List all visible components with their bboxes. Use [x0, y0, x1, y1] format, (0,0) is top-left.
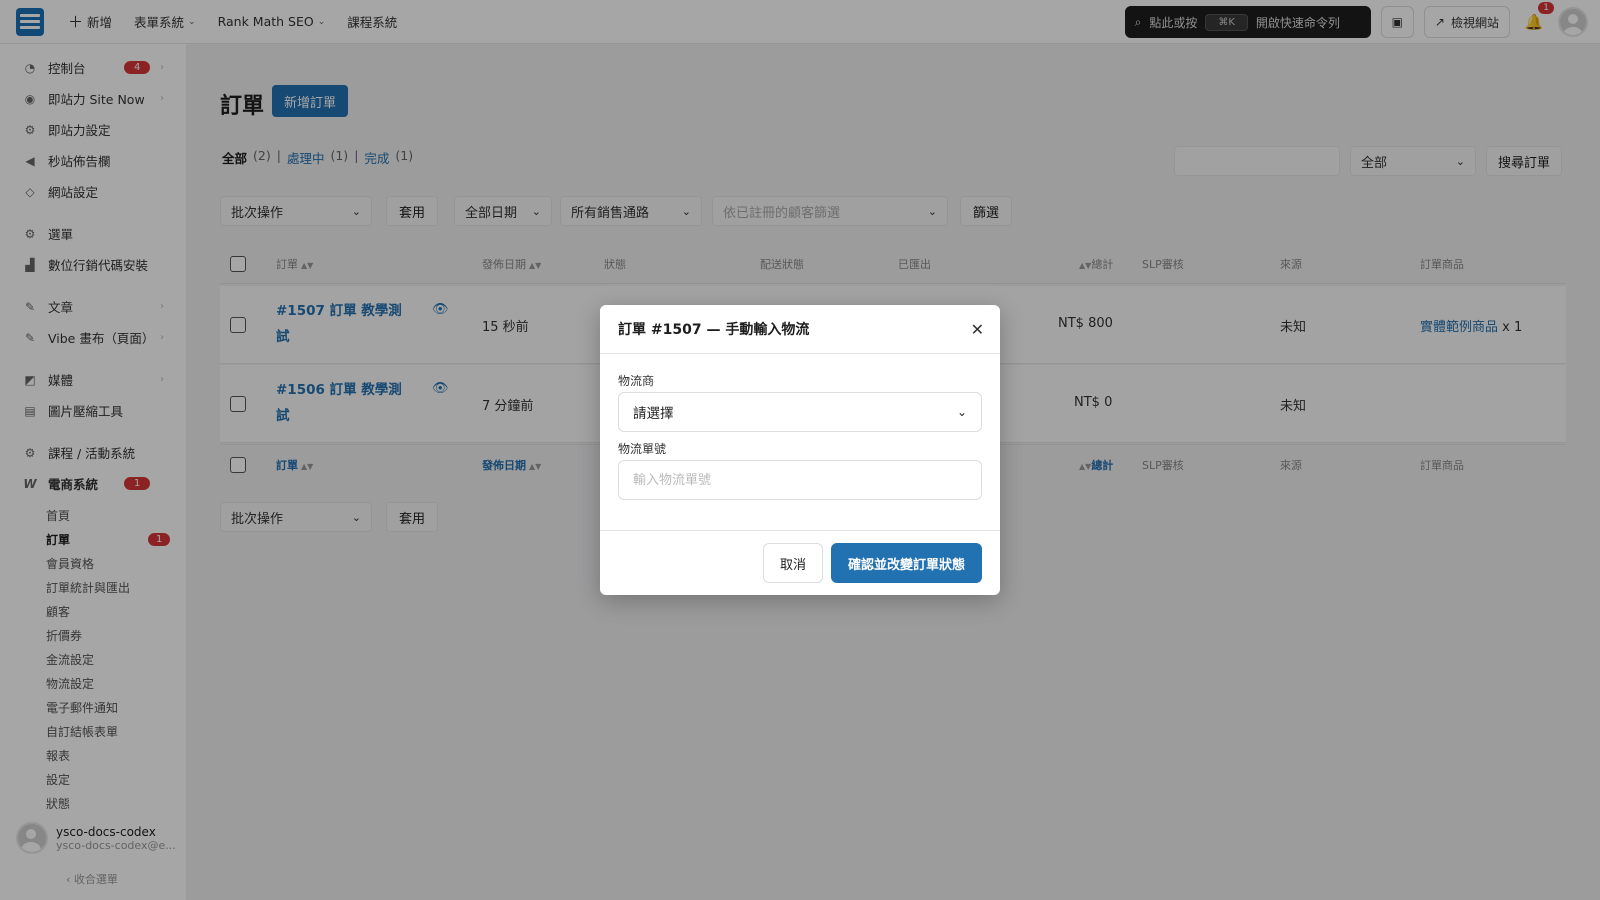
carrier-select[interactable]: 請選擇 ⌄	[618, 392, 982, 432]
manual-shipping-modal: 訂單 #1507 — 手動輸入物流 ✕ 物流商 請選擇 ⌄ 物流單號 取消 確認…	[600, 305, 1000, 595]
cancel-button[interactable]: 取消	[763, 543, 823, 583]
modal-header: 訂單 #1507 — 手動輸入物流 ✕	[600, 305, 1000, 354]
tracking-number-input[interactable]	[618, 460, 982, 500]
modal-footer: 取消 確認並改變訂單狀態	[600, 530, 1000, 595]
confirm-change-status-button[interactable]: 確認並改變訂單狀態	[831, 543, 982, 583]
close-icon[interactable]: ✕	[971, 320, 984, 339]
carrier-label: 物流商	[618, 374, 655, 388]
modal-title: 訂單 #1507 — 手動輸入物流	[618, 322, 810, 338]
chevron-down-icon: ⌄	[956, 405, 967, 419]
tracking-label: 物流單號	[618, 442, 667, 456]
